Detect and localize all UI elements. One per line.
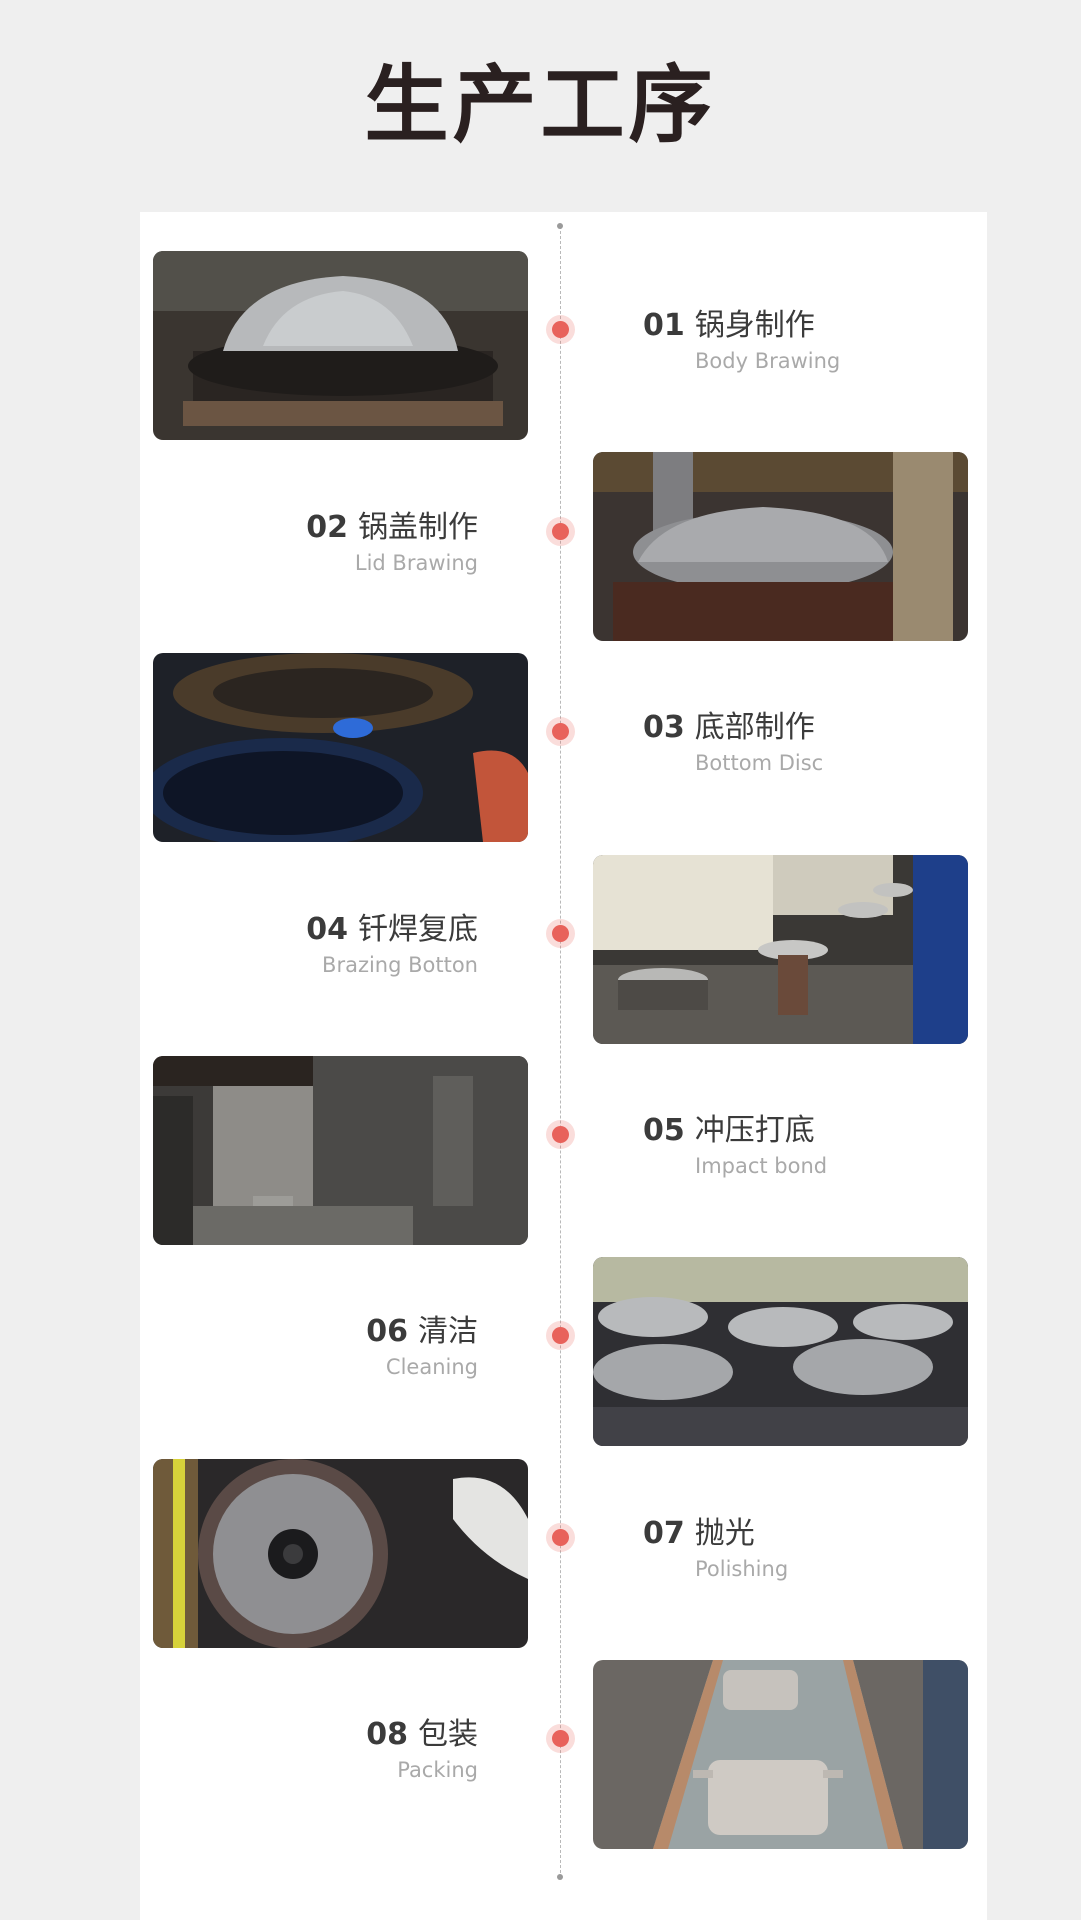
timeline-end-cap [557, 1874, 563, 1880]
step-04-dot [552, 925, 569, 942]
step-06-title-cn: 清洁 [418, 1314, 478, 1349]
timeline-line [560, 226, 561, 1878]
step-02-dot [552, 523, 569, 540]
step-04-number: 04 [306, 912, 348, 947]
step-05-dot [552, 1126, 569, 1143]
step-07-title-cn: 抛光 [694, 1516, 755, 1551]
step-04-title-cn: 钎焊复底 [358, 912, 478, 947]
step-02-title-en: Lid Brawing [354, 551, 478, 575]
step-07-dot [552, 1529, 569, 1546]
step-05-title-cn: 冲压打底 [694, 1113, 815, 1148]
step-07-number: 07 [643, 1516, 685, 1551]
timeline-start-cap [557, 223, 563, 229]
step-08-label: 08 包装 Packing [366, 1715, 478, 1785]
step-07-label: 07 抛光 Polishing [643, 1514, 788, 1584]
step-03-title-cn: 底部制作 [694, 710, 815, 745]
step-04-title-en: Brazing Botton [322, 953, 478, 977]
step-07-title-en: Polishing [695, 1557, 789, 1581]
step-08-title-en: Packing [397, 1758, 478, 1782]
step-06-title-en: Cleaning [385, 1355, 478, 1379]
step-01-label: 01 锅身制作 Body Brawing [643, 306, 840, 376]
step-05-title-en: Impact bond [695, 1154, 828, 1178]
step-06-dot [552, 1327, 569, 1344]
step-02-label: 02 锅盖制作 Lid Brawing [306, 508, 478, 578]
step-03-title-en: Bottom Disc [695, 751, 824, 775]
step-02-number: 02 [306, 510, 348, 545]
step-02-title-cn: 锅盖制作 [358, 510, 478, 545]
step-05-number: 05 [643, 1113, 685, 1148]
step-08-title-cn: 包装 [418, 1717, 478, 1752]
step-02-photo-lid-drawing [593, 452, 968, 641]
step-06-photo-cleaning [593, 1257, 968, 1446]
step-01-title-en: Body Brawing [695, 349, 841, 373]
step-03-number: 03 [643, 710, 685, 745]
step-03-photo-bottom-disc [153, 653, 528, 842]
step-03-dot [552, 723, 569, 740]
step-05-photo-impact-bond [153, 1056, 528, 1245]
step-06-number: 06 [366, 1314, 408, 1349]
step-08-number: 08 [366, 1717, 408, 1752]
step-03-label: 03 底部制作 Bottom Disc [643, 708, 823, 778]
step-08-dot [552, 1730, 569, 1747]
step-07-photo-polishing [153, 1459, 528, 1648]
page-title: 生产工序 [364, 56, 717, 154]
step-08-photo-packing [593, 1660, 968, 1849]
step-04-label: 04 钎焊复底 Brazing Botton [306, 910, 478, 980]
step-01-photo-body-drawing [153, 251, 528, 440]
step-04-photo-brazing [593, 855, 968, 1044]
step-05-label: 05 冲压打底 Impact bond [643, 1111, 827, 1181]
step-01-dot [552, 321, 569, 338]
step-01-title-cn: 锅身制作 [694, 308, 815, 343]
step-01-number: 01 [643, 308, 685, 343]
step-06-label: 06 清洁 Cleaning [366, 1312, 478, 1382]
